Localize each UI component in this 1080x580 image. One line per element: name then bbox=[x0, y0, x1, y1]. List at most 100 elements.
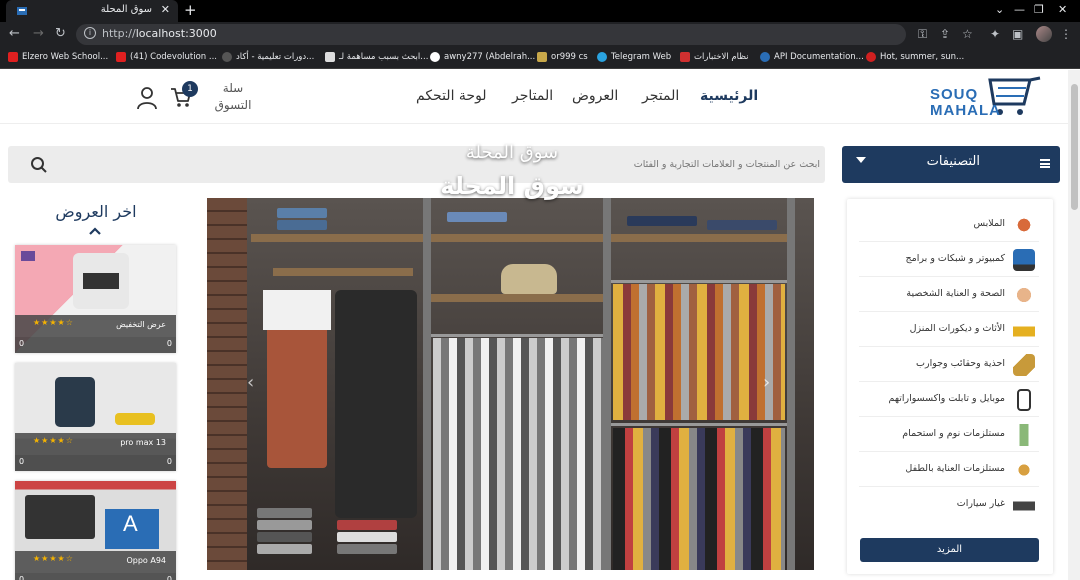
address-bar[interactable]: i http://localhost:3000 bbox=[76, 24, 906, 45]
site-info-icon[interactable]: i bbox=[84, 27, 96, 39]
category-shoes-bags[interactable]: احذية وحقائب وجوارب bbox=[859, 347, 1039, 382]
more-menu-icon[interactable]: ⋮ bbox=[1060, 27, 1072, 41]
bookmark-item[interactable]: Telegram Web bbox=[597, 52, 671, 62]
hero-folded-cloth bbox=[277, 208, 327, 218]
hero-folded-cloth bbox=[447, 212, 507, 222]
cart-count-badge: 1 bbox=[182, 81, 198, 97]
bookmark-item[interactable]: or999 cs bbox=[537, 52, 588, 62]
search-icon[interactable] bbox=[30, 156, 48, 174]
bottle-icon bbox=[1013, 424, 1035, 446]
url-text: http://localhost:3000 bbox=[102, 27, 217, 40]
user-icon[interactable] bbox=[136, 86, 158, 110]
chevron-down-icon[interactable]: ⌄ bbox=[995, 3, 1004, 16]
close-window-icon[interactable]: ✕ bbox=[1058, 3, 1067, 16]
bookmark-item[interactable]: awny277 (Abdelrah... bbox=[430, 52, 535, 62]
browser-tab[interactable]: سوق المحلة ✕ bbox=[6, 0, 178, 22]
hero-rod bbox=[611, 423, 787, 426]
bookmark-item[interactable]: نظام الاختبارات bbox=[680, 52, 749, 62]
nav-offers[interactable]: العروض bbox=[572, 88, 618, 104]
hero-hanging-clothes bbox=[613, 428, 785, 570]
telegram-icon bbox=[597, 52, 607, 62]
site-favicon-icon bbox=[17, 7, 27, 15]
offer-footer bbox=[15, 573, 176, 580]
baby-icon bbox=[1013, 459, 1035, 481]
offer-name: 13 pro max bbox=[120, 438, 166, 447]
hero-rod bbox=[611, 280, 787, 283]
hero-folded-cloth bbox=[257, 544, 312, 554]
hero-hanging-clothes bbox=[613, 284, 785, 420]
bookmark-item[interactable]: (41) Codevolution ... bbox=[116, 52, 217, 62]
sofa-icon bbox=[1013, 319, 1035, 341]
web-icon bbox=[222, 52, 232, 62]
minimize-icon[interactable]: — bbox=[1014, 3, 1025, 16]
scrollbar-thumb[interactable] bbox=[1071, 84, 1078, 210]
chevron-up-icon[interactable] bbox=[88, 224, 102, 238]
exam-icon bbox=[680, 52, 690, 62]
slider-prev-icon[interactable]: ‹ bbox=[247, 372, 254, 393]
bookmark-star-icon[interactable]: ☆ bbox=[962, 27, 973, 41]
categories-title: التصنيفات bbox=[926, 154, 980, 169]
browser-toolbar: ← → ↻ i http://localhost:3000 ⚿ ⇪ ☆ ✦ ▣ … bbox=[0, 22, 1080, 48]
api-icon bbox=[760, 52, 770, 62]
profile-avatar[interactable] bbox=[1036, 26, 1052, 42]
category-furniture[interactable]: الأثاث و ديكورات المنزل bbox=[859, 312, 1039, 347]
rating-stars: ★★★★☆ bbox=[33, 436, 74, 445]
offer-card[interactable]: ★★★★☆ عرض التخفيض 0 0 bbox=[15, 245, 176, 353]
reload-icon[interactable]: ↻ bbox=[55, 26, 66, 41]
forward-icon[interactable]: → bbox=[33, 26, 44, 41]
categories-panel: الملابس كمبيوتر و شبكات و برامج الصحة و … bbox=[847, 199, 1053, 574]
hero-shelf bbox=[251, 234, 423, 242]
bookmark-item[interactable]: Elzero Web School... bbox=[8, 52, 108, 62]
close-tab-icon[interactable]: ✕ bbox=[161, 3, 170, 16]
restore-icon[interactable]: ❐ bbox=[1034, 3, 1044, 16]
side-panel-icon[interactable]: ▣ bbox=[1012, 27, 1023, 41]
key-icon[interactable]: ⚿ bbox=[918, 27, 927, 42]
phone-image bbox=[55, 377, 95, 427]
extensions-icon[interactable]: ✦ bbox=[990, 27, 1000, 41]
battery-print bbox=[83, 273, 119, 289]
sale-tag-icon bbox=[21, 251, 35, 261]
more-categories-button[interactable]: المزيد bbox=[860, 538, 1039, 562]
offers-title: اخر العروض bbox=[55, 202, 137, 221]
hero-pillar bbox=[423, 198, 431, 570]
bookmark-item[interactable]: API Documentation... bbox=[760, 52, 864, 62]
nav-dashboard[interactable]: لوحة التحكم bbox=[416, 88, 487, 104]
boot-icon bbox=[1013, 354, 1035, 376]
new-tab-icon[interactable]: + bbox=[184, 1, 197, 19]
bookmark-item[interactable]: Hot, summer, sun... bbox=[866, 52, 964, 62]
hero-shelf bbox=[611, 234, 787, 242]
doc-icon bbox=[325, 52, 335, 62]
share-icon[interactable]: ⇪ bbox=[940, 27, 950, 41]
hero-folded-cloth bbox=[337, 532, 397, 542]
tab-title: سوق المحلة bbox=[100, 4, 152, 15]
bookmark-item[interactable]: ابحث بسبب مساهمة لـ... bbox=[325, 52, 428, 62]
nav-store[interactable]: المتجر bbox=[642, 88, 679, 104]
offer-card[interactable]: ★★★★☆ 13 pro max 0 0 bbox=[15, 363, 176, 471]
back-icon[interactable]: ← bbox=[9, 26, 20, 41]
hero-folded-cloth bbox=[337, 544, 397, 554]
bookmark-item[interactable]: دورات تعليمية - أكاد... bbox=[222, 52, 314, 62]
hero-shirt bbox=[263, 290, 331, 330]
hero-title: سوق المحلة bbox=[440, 172, 584, 200]
hero-dress bbox=[335, 290, 417, 518]
category-computers[interactable]: كمبيوتر و شبكات و برامج bbox=[859, 242, 1039, 277]
slider-next-icon[interactable]: › bbox=[763, 372, 770, 393]
offer-count-left: 0 bbox=[19, 575, 25, 580]
category-health[interactable]: الصحة و العناية الشخصية bbox=[859, 277, 1039, 312]
category-car-parts[interactable]: غيار سيارات bbox=[859, 487, 1039, 522]
offer-count-right: 0 bbox=[166, 575, 172, 580]
cart-label[interactable]: سلة التسوق bbox=[210, 80, 256, 114]
site-logo[interactable]: SOUQ MAHALA bbox=[920, 74, 1045, 120]
offer-card[interactable]: A ★★★★☆ Oppo A94 0 0 bbox=[15, 481, 176, 580]
hero-slider: ‹ › bbox=[207, 198, 814, 570]
category-mobile[interactable]: موبايل و تابلت واكسسواراتهم bbox=[859, 382, 1039, 417]
categories-toggle[interactable]: التصنيفات bbox=[842, 146, 1060, 183]
category-bath[interactable]: مستلزمات نوم و استحمام bbox=[859, 417, 1039, 452]
category-baby-care[interactable]: مستلزمات العناية بالطفل bbox=[859, 452, 1039, 487]
hero-folded-cloth bbox=[257, 508, 312, 518]
category-clothes[interactable]: الملابس bbox=[859, 207, 1039, 242]
hero-subtitle: سوق المحلة bbox=[465, 142, 559, 163]
hero-shelf bbox=[431, 294, 603, 302]
nav-home[interactable]: الرئيسية bbox=[700, 88, 758, 104]
nav-shops[interactable]: المتاجر bbox=[512, 88, 553, 104]
